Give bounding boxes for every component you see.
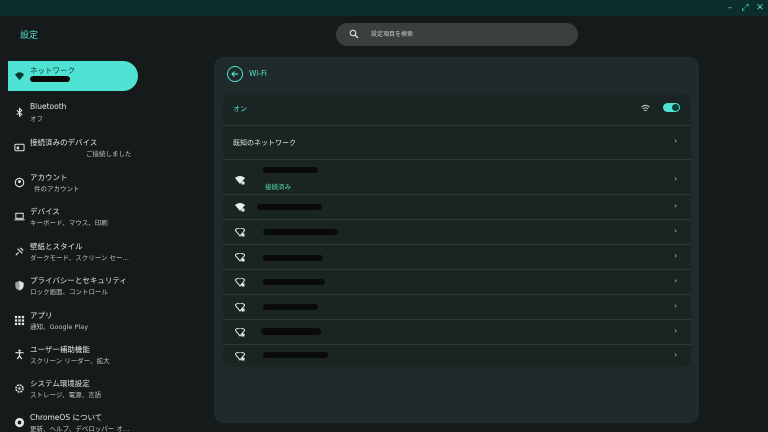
chromeos-icon [14, 417, 25, 428]
chevron-right-icon: › [674, 302, 677, 310]
page-title: Wi-Fi [249, 69, 267, 78]
chevron-right-icon: › [674, 252, 677, 260]
redacted-network-name [263, 304, 318, 310]
chevron-right-icon: › [674, 277, 677, 285]
wifi-icon [14, 72, 25, 81]
wifi-signal-icon [235, 328, 245, 337]
sidebar-item-system-preferences[interactable]: システム環境設定 ストレージ、電源、言語 [8, 374, 138, 404]
laptop-icon [14, 212, 25, 221]
wifi-signal-icon [235, 228, 245, 237]
search-input[interactable]: 設定項目を検索 [371, 29, 413, 40]
redacted-network-name [263, 352, 328, 358]
maximize-button[interactable]: ⤢ [740, 3, 750, 13]
redacted-network-name [263, 255, 323, 261]
sidebar-item-privacy-security[interactable]: プライバシーとセキュリティ ロック画面、コントロール [8, 271, 138, 301]
wifi-signal-icon [235, 203, 245, 212]
wifi-signal-icon [235, 253, 245, 262]
sidebar-item-accounts[interactable]: アカウント 件のアカウント [8, 168, 138, 198]
gear-icon [15, 384, 24, 393]
sidebar-item-sublabel: 通知、Google Play [30, 323, 89, 331]
sidebar-item-sublabel: ダークモード、スクリーン セー… [30, 254, 129, 262]
sidebar-item-label: ユーザー補助機能 [30, 345, 90, 354]
redacted-network-name [263, 167, 318, 173]
wifi-panel: Wi-Fi オン 既知のネットワーク › 接続済み › › › › › › › … [214, 57, 699, 423]
sidebar-item-bluetooth[interactable]: Bluetooth オフ [8, 98, 138, 128]
sidebar-item-label: アプリ [30, 311, 53, 320]
sidebar-item-label: ネットワーク [30, 66, 75, 75]
chevron-right-icon: › [674, 175, 677, 183]
network-row[interactable]: 接続済み › [223, 160, 691, 195]
wifi-toggle-row[interactable]: オン [223, 93, 691, 126]
sidebar-item-sublabel: スクリーン リーダー、拡大 [30, 357, 110, 365]
minimize-button[interactable]: – [725, 3, 735, 13]
network-row[interactable]: › [223, 245, 691, 270]
redacted-network-name [261, 328, 321, 335]
sidebar-item-label: Bluetooth [30, 102, 67, 111]
wifi-signal-icon [235, 303, 245, 312]
chevron-right-icon: › [674, 227, 677, 235]
chevron-right-icon: › [674, 351, 677, 359]
connected-status: 接続済み [265, 183, 291, 191]
bluetooth-icon [16, 107, 23, 118]
accessibility-icon [15, 349, 24, 360]
known-networks-row[interactable]: 既知のネットワーク › [223, 126, 691, 160]
arrow-left-icon [231, 71, 238, 77]
sidebar-item-sublabel: 件のアカウント [34, 185, 80, 193]
sidebar-item-about-chromeos[interactable]: ChromeOS について 更新、ヘルプ、デベロッパー オ… [8, 408, 138, 432]
sidebar-item-apps[interactable]: アプリ 通知、Google Play [8, 306, 138, 336]
sidebar-item-label: アカウント [30, 173, 68, 182]
sidebar-item-connected-devices[interactable]: 接続済みのデバイス ご接続しました [8, 133, 138, 163]
title-bar: – ⤢ ✕ [0, 0, 768, 16]
network-row[interactable]: › [223, 220, 691, 245]
sidebar-item-label: 壁紙とスタイル [30, 242, 83, 251]
redacted-network-name [263, 229, 338, 235]
search-bar[interactable]: 設定項目を検索 [336, 23, 578, 46]
sidebar-item-sublabel: ご接続しました [86, 150, 132, 158]
chevron-right-icon: › [674, 202, 677, 210]
known-networks-label: 既知のネットワーク [233, 139, 296, 147]
network-row[interactable]: › [223, 295, 691, 320]
wifi-toggle[interactable] [663, 103, 680, 112]
phone-hub-icon [14, 143, 25, 152]
network-row[interactable]: › [223, 320, 691, 345]
sidebar-item-device[interactable]: デバイス キーボード、マウス、印刷 [8, 202, 138, 232]
chevron-right-icon: › [674, 327, 677, 335]
sidebar-item-sublabel: ロック画面、コントロール [30, 288, 108, 296]
wifi-state-label: オン [233, 105, 247, 113]
sidebar-item-label: システム環境設定 [30, 379, 90, 388]
redacted-mark [30, 76, 70, 82]
sidebar-item-network[interactable]: ネットワーク [8, 61, 138, 91]
wifi-settings-card: オン 既知のネットワーク › 接続済み › › › › › › › › [223, 93, 691, 367]
sidebar-item-label: 接続済みのデバイス [30, 138, 98, 147]
palette-icon [15, 247, 24, 256]
sidebar-item-personalization[interactable]: 壁紙とスタイル ダークモード、スクリーン セー… [8, 237, 138, 267]
shield-icon [15, 280, 24, 291]
wifi-signal-icon [235, 176, 245, 185]
wifi-add-icon[interactable] [641, 104, 650, 113]
app-title: 設定 [20, 31, 39, 41]
network-row[interactable]: › [223, 195, 691, 220]
redacted-network-name [263, 279, 325, 285]
sidebar-item-label: ChromeOS について [30, 413, 103, 422]
network-row[interactable]: › [223, 345, 691, 367]
sidebar-item-accessibility[interactable]: ユーザー補助機能 スクリーン リーダー、拡大 [8, 340, 138, 370]
sidebar-item-label: プライバシーとセキュリティ [30, 276, 127, 285]
redacted-network-name [257, 204, 322, 210]
close-button[interactable]: ✕ [755, 3, 765, 13]
sidebar-item-sublabel: 更新、ヘルプ、デベロッパー オ… [30, 425, 130, 432]
back-button[interactable] [227, 66, 243, 82]
account-icon [14, 177, 25, 188]
sidebar-item-label: デバイス [30, 207, 60, 216]
apps-grid-icon [14, 315, 25, 326]
wifi-signal-icon [235, 352, 245, 361]
sidebar-item-sublabel: ストレージ、電源、言語 [30, 391, 102, 399]
network-row[interactable]: › [223, 270, 691, 295]
chevron-right-icon: › [674, 137, 677, 145]
sidebar-item-sublabel: キーボード、マウス、印刷 [30, 219, 108, 227]
wifi-signal-icon [235, 278, 245, 287]
sidebar-item-sublabel: オフ [30, 115, 43, 123]
search-icon [349, 29, 359, 39]
